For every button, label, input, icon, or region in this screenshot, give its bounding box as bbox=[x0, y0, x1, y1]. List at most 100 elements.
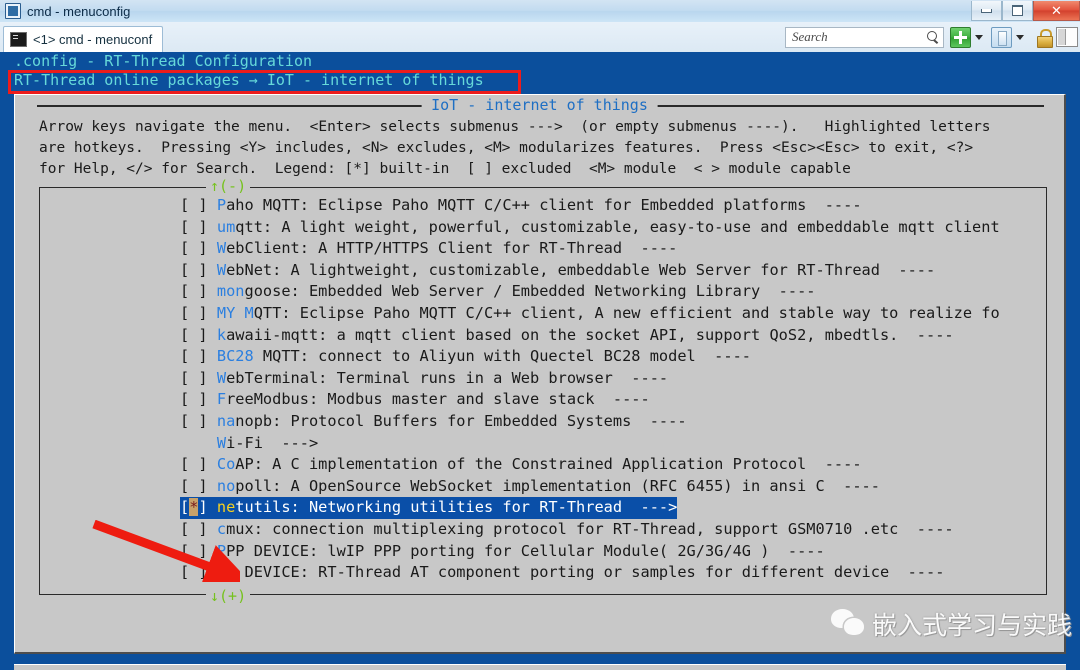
maximize-button[interactable] bbox=[1002, 1, 1033, 21]
chevron-down-icon[interactable] bbox=[975, 34, 983, 40]
checkbox-unchecked-icon[interactable]: [ ] bbox=[180, 542, 208, 560]
checkbox-unchecked-icon[interactable]: [ ] bbox=[180, 196, 208, 214]
close-icon: ✕ bbox=[1051, 2, 1062, 18]
menu-item-hotkey: MY M bbox=[216, 303, 254, 322]
checkbox-unchecked-icon[interactable]: [ ] bbox=[180, 369, 208, 387]
checkbox-unchecked-icon[interactable]: [ ] bbox=[180, 390, 208, 408]
menu-item[interactable]: [ ] kawaii-mqtt: a mqtt client based on … bbox=[180, 325, 1078, 347]
menu-item[interactable]: [ ] AT DEVICE: RT-Thread AT component po… bbox=[180, 562, 1078, 584]
menu-item-hotkey: c bbox=[216, 519, 227, 538]
checkbox-unchecked-icon[interactable]: [ ] bbox=[180, 261, 208, 279]
checkbox-unchecked-icon[interactable]: [ ] bbox=[180, 477, 208, 495]
checkbox-unchecked-icon[interactable]: [ ] bbox=[180, 412, 208, 430]
scroll-down-indicator[interactable]: ↓(+) bbox=[206, 587, 251, 605]
menu-item-hotkey: W bbox=[216, 433, 227, 452]
menu-item[interactable]: [ ] cmux: connection multiplexing protoc… bbox=[180, 519, 1078, 541]
menu-item-indent bbox=[180, 434, 208, 452]
scroll-up-indicator[interactable]: ↑(-) bbox=[206, 177, 251, 195]
checkbox-unchecked-icon[interactable]: [ ] bbox=[180, 520, 208, 538]
window-titlebar[interactable]: cmd - menuconfig ✕ bbox=[0, 0, 1080, 23]
menu-item[interactable]: [ ] MY MQTT: Eclipse Paho MQTT C/C++ cli… bbox=[180, 303, 1078, 325]
menu-item-label: aho MQTT: Eclipse Paho MQTT C/C++ client… bbox=[226, 196, 862, 214]
menu-listbox[interactable]: ↑(-) [ ] Paho MQTT: Eclipse Paho MQTT C/… bbox=[39, 177, 1047, 605]
tab-toolbar-row: <1> cmd - menuconf Search bbox=[0, 22, 1080, 53]
menu-item-label: AP: A C implementation of the Constraine… bbox=[235, 455, 862, 474]
checkbox-unchecked-icon[interactable]: [ ] bbox=[180, 282, 208, 300]
checkbox-unchecked-icon[interactable]: [ ] bbox=[180, 239, 208, 257]
minimize-button[interactable] bbox=[971, 1, 1002, 21]
menu-item[interactable]: [ ] WebClient: A HTTP/HTTPS Client for R… bbox=[180, 238, 1078, 260]
search-box[interactable]: Search bbox=[785, 26, 944, 48]
new-tab-group[interactable] bbox=[950, 26, 989, 48]
menu-item-label: QTT: Eclipse Paho MQTT C/C++ client, A n… bbox=[253, 303, 1000, 322]
menu-item[interactable]: [ ] PPP DEVICE: lwIP PPP porting for Cel… bbox=[180, 541, 1078, 563]
magnifier-icon[interactable] bbox=[927, 30, 940, 44]
padlock-icon[interactable] bbox=[1036, 28, 1053, 48]
menu-item[interactable]: [ ] FreeModbus: Modbus master and slave … bbox=[180, 389, 1078, 411]
menu-item-label: i-Fi ---> bbox=[226, 433, 319, 452]
menu-item[interactable]: [ ] nopoll: A OpenSource WebSocket imple… bbox=[180, 476, 1078, 498]
checkbox-unchecked-icon[interactable]: [ ] bbox=[180, 304, 208, 322]
menu-item-hotkey: na bbox=[216, 411, 236, 430]
menu-item[interactable]: [ ] umqtt: A light weight, powerful, cus… bbox=[180, 217, 1078, 239]
menu-item-hotkey: k bbox=[216, 325, 227, 344]
menu-item-label: qtt: A light weight, powerful, customiza… bbox=[235, 217, 1000, 236]
tab-cmd-menuconfig[interactable]: <1> cmd - menuconf bbox=[3, 25, 164, 53]
window-split-icon[interactable] bbox=[991, 26, 1012, 48]
checkbox-unchecked-icon[interactable]: [ ] bbox=[180, 218, 208, 236]
menu-item-label: poll: A OpenSource WebSocket implementat… bbox=[235, 476, 880, 495]
menu-item-label: mux: connection multiplexing protocol fo… bbox=[226, 519, 954, 538]
menu-item-hotkey: W bbox=[216, 239, 227, 258]
window-layout-group[interactable] bbox=[991, 26, 1030, 48]
terminal-screen[interactable]: .config - RT-Thread Configuration RT-Thr… bbox=[0, 52, 1080, 670]
menu-item-label: awaii-mqtt: a mqtt client based on the s… bbox=[226, 325, 954, 344]
menu-item[interactable]: Wi-Fi ---> bbox=[180, 433, 1078, 455]
toggle-panel-icon[interactable] bbox=[1056, 27, 1078, 47]
menu-item-selected[interactable]: [*] netutils: Networking utilities for R… bbox=[180, 497, 678, 519]
menu-item[interactable]: [ ] mongoose: Embedded Web Server / Embe… bbox=[180, 281, 1078, 303]
menu-item-hotkey: P bbox=[216, 196, 227, 214]
toolbar: Search bbox=[785, 26, 1080, 48]
menu-item[interactable]: [ ] CoAP: A C implementation of the Cons… bbox=[180, 454, 1078, 476]
checkbox-unchecked-icon[interactable]: [ ] bbox=[180, 347, 208, 365]
close-button[interactable]: ✕ bbox=[1033, 1, 1080, 21]
menu-item-label: DEVICE: RT-Thread AT component porting o… bbox=[235, 563, 945, 582]
search-input[interactable]: Search bbox=[792, 29, 927, 45]
checkbox-unchecked-icon[interactable]: [ ] bbox=[180, 455, 208, 473]
chevron-down-icon[interactable] bbox=[1016, 34, 1024, 40]
menu-item[interactable]: [ ] WebNet: A lightweight, customizable,… bbox=[180, 260, 1078, 282]
menu-item[interactable]: [ ] Paho MQTT: Eclipse Paho MQTT C/C++ c… bbox=[180, 195, 1078, 217]
menu-item-label: ebTerminal: Terminal runs in a Web brows… bbox=[226, 368, 669, 387]
menu-item[interactable]: [ ] WebTerminal: Terminal runs in a Web … bbox=[180, 368, 1078, 390]
menu-item-label: MQTT: connect to Aliyun with Quectel BC2… bbox=[253, 347, 752, 366]
menu-item-hotkey: F bbox=[216, 390, 227, 409]
console-icon bbox=[5, 3, 21, 19]
breadcrumb-config: .config - RT-Thread Configuration bbox=[14, 52, 313, 70]
minimize-icon bbox=[972, 1, 1001, 20]
menu-item-label: goose: Embedded Web Server / Embedded Ne… bbox=[244, 282, 816, 301]
menu-items[interactable]: [ ] Paho MQTT: Eclipse Paho MQTT C/C++ c… bbox=[180, 195, 1078, 584]
green-plus-icon[interactable] bbox=[950, 26, 971, 48]
menu-item[interactable]: [ ] nanopb: Protocol Buffers for Embedde… bbox=[180, 411, 1078, 433]
checkbox-unchecked-icon[interactable]: [ ] bbox=[180, 563, 208, 581]
menu-item-hotkey: W bbox=[216, 368, 227, 387]
maximize-icon bbox=[1003, 1, 1032, 20]
checkbox-unchecked-icon[interactable]: [ ] bbox=[180, 326, 208, 344]
menuconfig-dialog: IoT - internet of things Arrow keys navi… bbox=[14, 94, 1066, 654]
menu-item[interactable]: [ ] BC28 MQTT: connect to Aliyun with Qu… bbox=[180, 346, 1078, 368]
checkbox-bracket-right: ] bbox=[198, 498, 208, 517]
tab-label: <1> cmd - menuconf bbox=[33, 32, 153, 47]
